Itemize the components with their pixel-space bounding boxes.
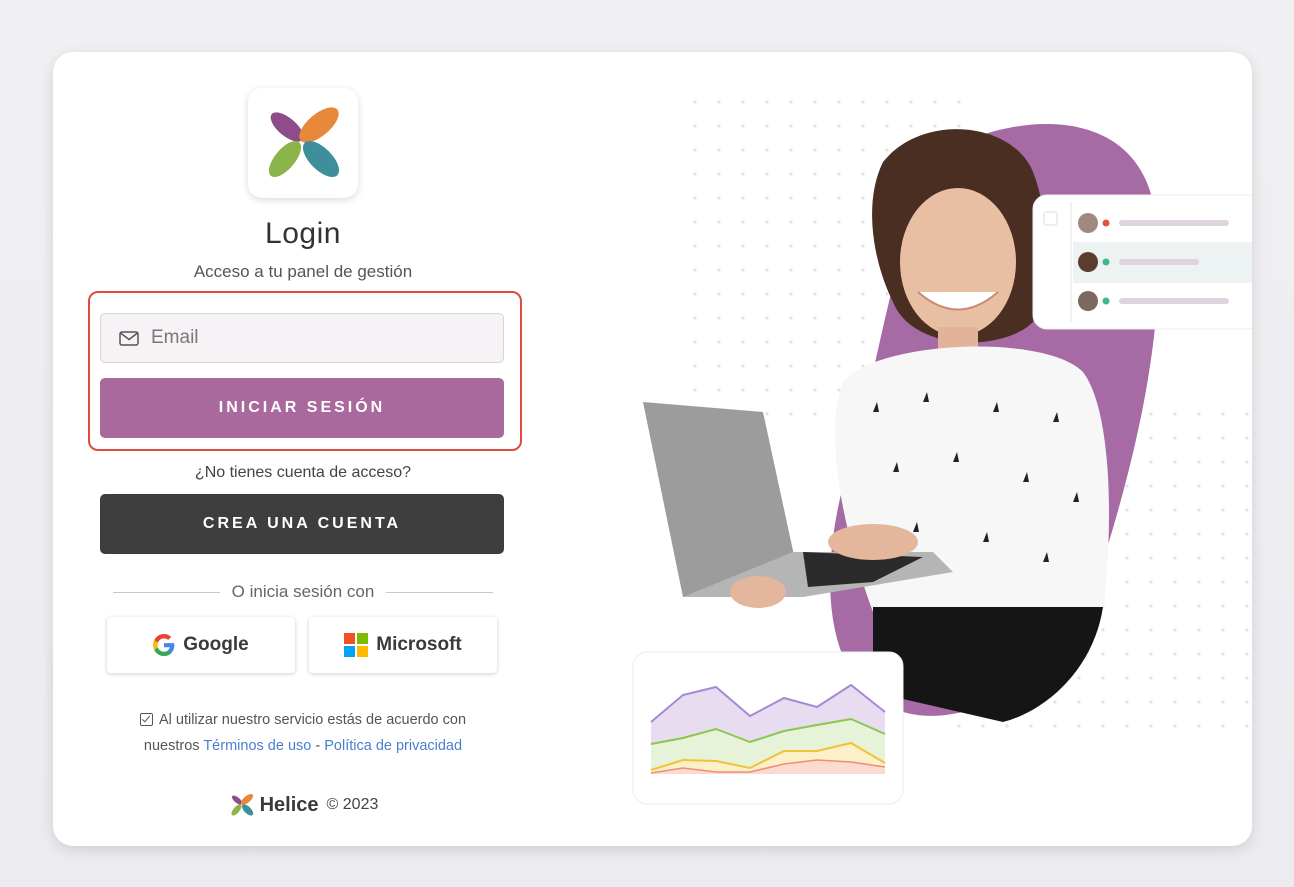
social-divider: O inicia sesión con [113, 582, 493, 602]
divider-line-right [386, 591, 493, 593]
microsoft-label: Microsoft [376, 634, 462, 655]
woman-hand-left [730, 576, 786, 608]
hero-illustration [573, 52, 1252, 846]
terms-line-1: Al utilizar nuestro servicio estás de ac… [53, 707, 553, 733]
checkbox-icon[interactable] [139, 713, 153, 726]
terms-notice: Al utilizar nuestro servicio estás de ac… [53, 707, 553, 759]
google-icon [153, 634, 175, 656]
footer: Helice © 2023 [53, 792, 553, 818]
terms-link[interactable]: Términos de uso [203, 738, 311, 754]
woman-face [900, 188, 1016, 336]
email-field[interactable] [100, 313, 504, 363]
page-title: Login [265, 217, 341, 250]
avatar [1078, 213, 1098, 233]
google-label: Google [183, 634, 249, 655]
divider-text: O inicia sesión con [231, 582, 375, 601]
terms-prefix: Al utilizar nuestro servicio estás de ac… [158, 712, 467, 728]
login-panel: Login Acceso a tu panel de gestión INICI… [53, 52, 553, 846]
microsoft-login-button[interactable]: Microsoft [309, 617, 497, 673]
helice-logo-icon [268, 107, 340, 178]
email-input[interactable] [151, 327, 491, 349]
footer-copyright: © 2023 [326, 796, 379, 813]
login-button[interactable]: INICIAR SESIÓN [100, 378, 504, 438]
chart-card [632, 651, 904, 805]
no-account-text: ¿No tienes cuenta de acceso? [194, 464, 412, 481]
helice-logo-icon [231, 793, 253, 816]
footer-brand: Helice [259, 793, 319, 816]
google-login-button[interactable]: Google [107, 617, 295, 673]
terms-line2-prefix: nuestros [143, 738, 200, 754]
mail-icon [119, 330, 139, 346]
privacy-link[interactable]: Política de privacidad [324, 738, 462, 754]
avatar [1078, 252, 1098, 272]
terms-separator: - [315, 738, 321, 754]
microsoft-icon [344, 633, 369, 657]
divider-line-left [113, 591, 220, 593]
avatar [1078, 291, 1098, 311]
woman-hands [828, 524, 918, 560]
app-logo [248, 88, 358, 198]
terms-line-2: nuestros Términos de uso - Política de p… [53, 733, 553, 759]
login-card: Login Acceso a tu panel de gestión INICI… [53, 52, 1252, 846]
user-list-card [1032, 194, 1252, 330]
page-subtitle: Acceso a tu panel de gestión [193, 262, 413, 281]
create-account-button[interactable]: CREA UNA CUENTA [100, 494, 504, 554]
hero-graphic [632, 92, 1252, 805]
